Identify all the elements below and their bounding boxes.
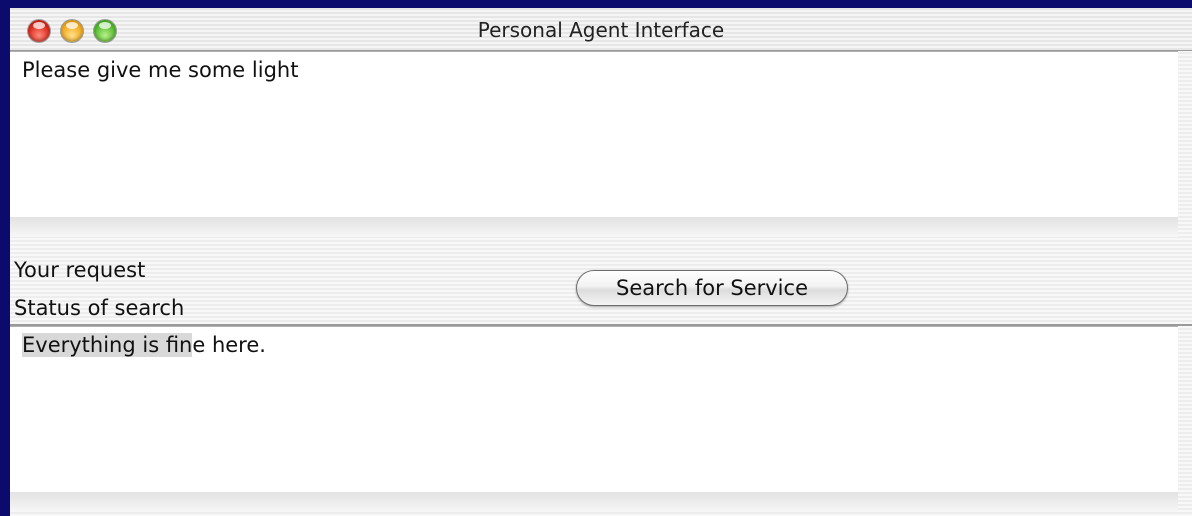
request-textarea[interactable]: Please give me some light	[10, 51, 1178, 217]
status-text-rest: e here.	[192, 333, 266, 357]
search-for-service-button[interactable]: Search for Service	[576, 270, 848, 306]
status-label: Status of search	[14, 296, 185, 320]
request-label: Your request	[14, 258, 146, 282]
request-scroll-gutter	[10, 217, 1178, 237]
app-window: Personal Agent Interface Please give me …	[10, 8, 1192, 516]
title-bar[interactable]: Personal Agent Interface	[10, 8, 1192, 51]
status-scroll-gutter	[10, 492, 1178, 512]
request-text: Please give me some light	[22, 58, 299, 82]
status-textarea[interactable]: Everything is fine here.	[10, 326, 1178, 492]
status-text-selected: Everything is fin	[22, 333, 193, 357]
search-button-label: Search for Service	[616, 276, 808, 300]
window-title: Personal Agent Interface	[477, 18, 725, 42]
